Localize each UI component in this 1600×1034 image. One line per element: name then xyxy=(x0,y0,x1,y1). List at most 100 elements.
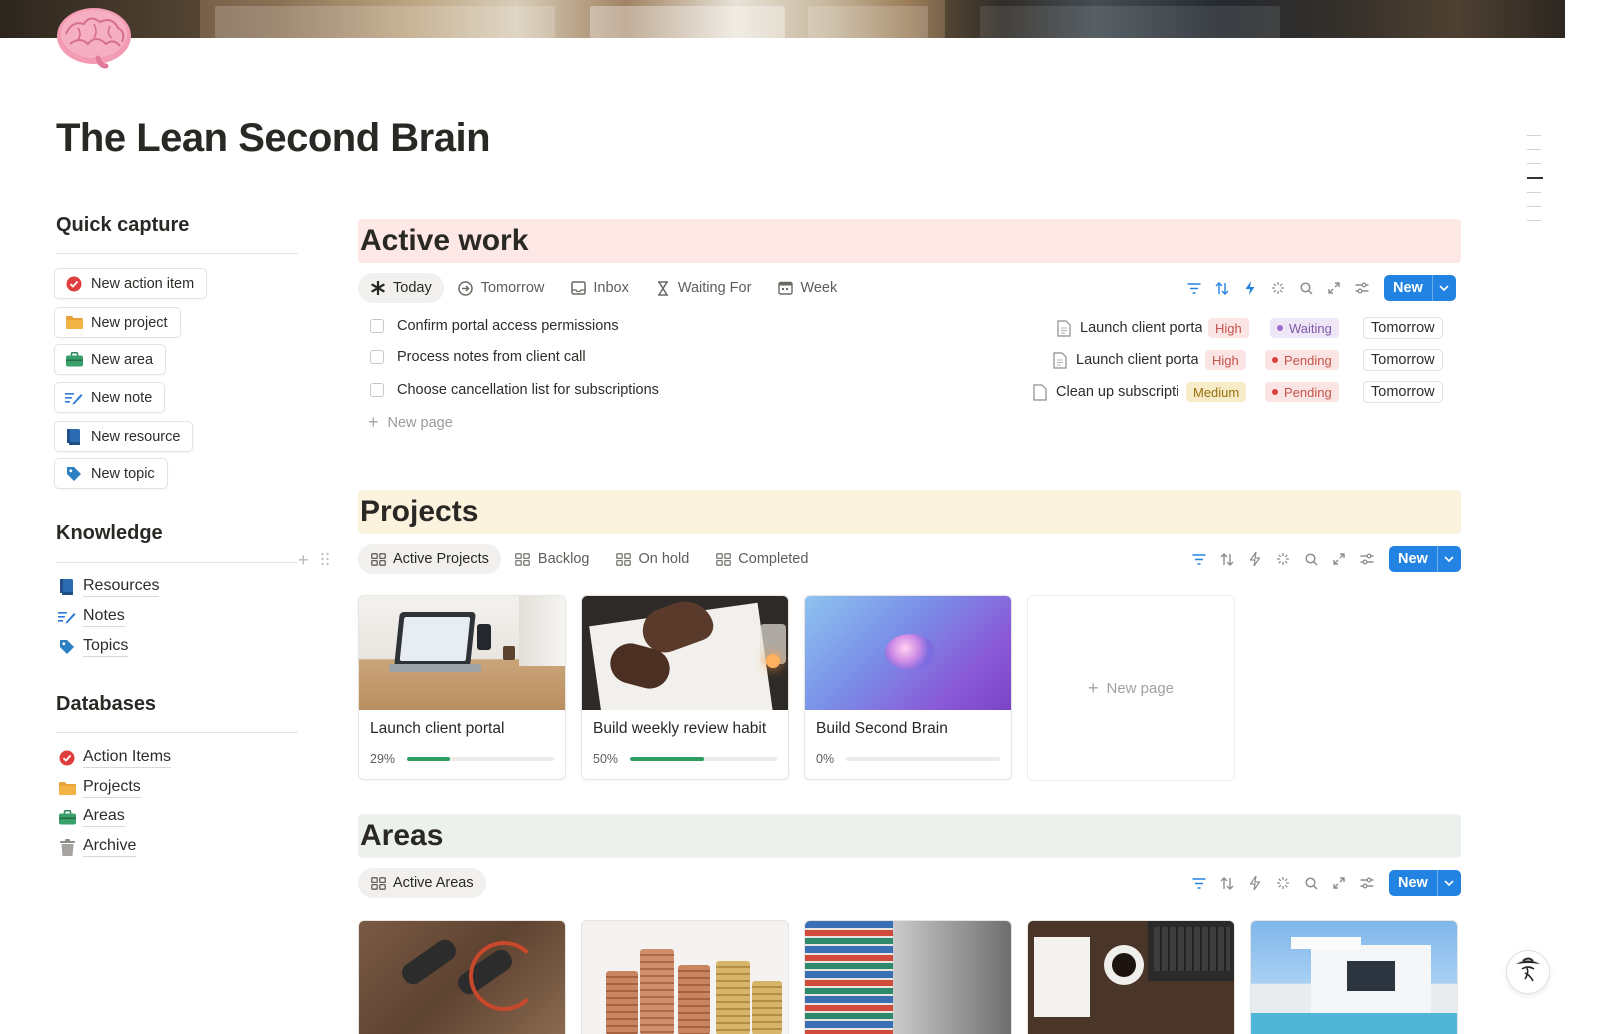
arrow-circle-icon xyxy=(458,280,474,296)
tab-completed[interactable]: Completed xyxy=(703,544,820,574)
chevron-down-icon[interactable] xyxy=(1436,870,1461,896)
search-icon[interactable] xyxy=(1297,546,1325,572)
table-row[interactable]: Launch client portal xyxy=(1053,349,1198,371)
sparkle-icon[interactable] xyxy=(1264,275,1292,301)
help-assistant-button[interactable] xyxy=(1506,950,1550,994)
chevron-down-icon[interactable] xyxy=(1436,546,1461,572)
gallery-icon xyxy=(715,551,731,567)
sidebar-link-resources[interactable]: Resources xyxy=(58,577,160,597)
tab-on-hold[interactable]: On hold xyxy=(604,544,702,574)
tab-active-projects[interactable]: Active Projects xyxy=(358,544,501,574)
settings-sliders-icon[interactable] xyxy=(1348,275,1376,301)
due-date-chip: Tomorrow xyxy=(1363,381,1443,403)
projects-toolbar: New xyxy=(1185,546,1461,572)
status-badge: Waiting xyxy=(1270,318,1339,338)
list-item[interactable]: Process notes from client call xyxy=(370,349,586,365)
new-topic-button[interactable]: New topic xyxy=(54,458,168,489)
tab-today[interactable]: Today xyxy=(358,273,444,303)
new-area-split-button: New xyxy=(1389,870,1461,896)
tab-waiting-for[interactable]: Waiting For xyxy=(643,273,764,303)
filter-icon[interactable] xyxy=(1185,870,1213,896)
filter-icon[interactable] xyxy=(1180,275,1208,301)
document-icon xyxy=(1033,383,1047,401)
divider xyxy=(56,562,298,563)
note-lines-icon xyxy=(58,608,76,626)
task-checkbox[interactable] xyxy=(370,383,384,397)
new-project-split-button: New xyxy=(1389,546,1461,572)
sidebar-link-action-items[interactable]: Action Items xyxy=(58,748,172,768)
sidebar-link-topics[interactable]: Topics xyxy=(58,637,129,657)
tab-backlog[interactable]: Backlog xyxy=(503,544,602,574)
sidebar-link-archive[interactable]: Archive xyxy=(58,837,137,857)
sort-icon[interactable] xyxy=(1213,870,1241,896)
project-card[interactable]: Build Second Brain 0% xyxy=(804,595,1012,780)
search-icon[interactable] xyxy=(1292,275,1320,301)
progress-row: 50% xyxy=(582,744,788,779)
area-card-fitness[interactable] xyxy=(358,920,566,1034)
list-item[interactable]: Confirm portal access permissions xyxy=(370,318,619,334)
document-icon xyxy=(1057,319,1071,337)
table-of-contents-minimap[interactable] xyxy=(1527,135,1543,234)
brain-icon[interactable] xyxy=(54,4,134,70)
progress-label: 29% xyxy=(370,752,396,766)
table-row[interactable]: Launch client portal xyxy=(1057,317,1202,339)
list-item[interactable]: Choose cancellation list for subscriptio… xyxy=(370,382,659,398)
expand-icon[interactable] xyxy=(1325,546,1353,572)
settings-sliders-icon[interactable] xyxy=(1353,870,1381,896)
folder-icon xyxy=(65,314,83,332)
new-button[interactable]: New xyxy=(1389,870,1437,896)
sidebar-link-projects[interactable]: Projects xyxy=(58,778,141,798)
priority-badge: Medium xyxy=(1186,382,1247,402)
new-button[interactable]: New xyxy=(1389,546,1437,572)
expand-icon[interactable] xyxy=(1325,870,1353,896)
area-card-home[interactable] xyxy=(1250,920,1458,1034)
page-cover xyxy=(0,0,1565,38)
expand-icon[interactable] xyxy=(1320,275,1348,301)
settings-sliders-icon[interactable] xyxy=(1353,546,1381,572)
tab-active-areas[interactable]: Active Areas xyxy=(358,868,486,898)
new-action-item-button[interactable]: New action item xyxy=(54,268,208,299)
tab-tomorrow[interactable]: Tomorrow xyxy=(446,273,557,303)
sort-icon[interactable] xyxy=(1213,546,1241,572)
new-project-button[interactable]: New project xyxy=(54,307,181,338)
sort-icon[interactable] xyxy=(1208,275,1236,301)
automation-bolt-icon[interactable] xyxy=(1241,870,1269,896)
search-icon[interactable] xyxy=(1297,870,1325,896)
chevron-down-icon[interactable] xyxy=(1431,275,1456,301)
automation-bolt-icon[interactable] xyxy=(1236,275,1264,301)
sidebar-link-notes[interactable]: Notes xyxy=(58,607,125,627)
area-card-learning[interactable] xyxy=(804,920,1012,1034)
sparkle-icon[interactable] xyxy=(1269,870,1297,896)
area-card-finance[interactable] xyxy=(581,920,789,1034)
status-badge: Pending xyxy=(1265,350,1339,370)
tab-inbox[interactable]: Inbox xyxy=(558,273,640,303)
tag-icon xyxy=(58,638,76,656)
assistant-avatar-icon xyxy=(1513,955,1543,990)
gallery-icon xyxy=(370,875,386,891)
project-card[interactable]: Launch client portal 29% xyxy=(358,595,566,780)
area-card-work[interactable] xyxy=(1027,920,1235,1034)
automation-bolt-icon[interactable] xyxy=(1241,546,1269,572)
add-new-page-card[interactable]: + New page xyxy=(1027,595,1235,781)
quick-capture-heading: Quick capture xyxy=(56,214,190,236)
project-card[interactable]: Build weekly review habit 50% xyxy=(581,595,789,780)
table-row[interactable]: Clean up subscriptions xyxy=(1033,381,1178,403)
sidebar-link-areas[interactable]: Areas xyxy=(58,807,125,827)
document-icon xyxy=(1053,351,1067,369)
areas-header: Areas xyxy=(358,814,1461,858)
drag-handle-icon[interactable] xyxy=(320,552,330,571)
new-button[interactable]: New xyxy=(1384,275,1432,301)
add-block-icon[interactable]: + xyxy=(298,550,309,571)
new-resource-button[interactable]: New resource xyxy=(54,421,194,452)
plus-icon: + xyxy=(368,412,379,432)
add-new-page-button[interactable]: + New page xyxy=(368,412,453,433)
projects-header: Projects xyxy=(358,490,1461,534)
task-checkbox[interactable] xyxy=(370,319,384,333)
tab-week[interactable]: Week xyxy=(765,273,849,303)
new-area-button[interactable]: New area xyxy=(54,344,167,375)
task-checkbox[interactable] xyxy=(370,350,384,364)
sparkle-icon[interactable] xyxy=(1269,546,1297,572)
filter-icon[interactable] xyxy=(1185,546,1213,572)
active-work-toolbar: New xyxy=(1180,275,1456,301)
new-note-button[interactable]: New note xyxy=(54,382,166,413)
